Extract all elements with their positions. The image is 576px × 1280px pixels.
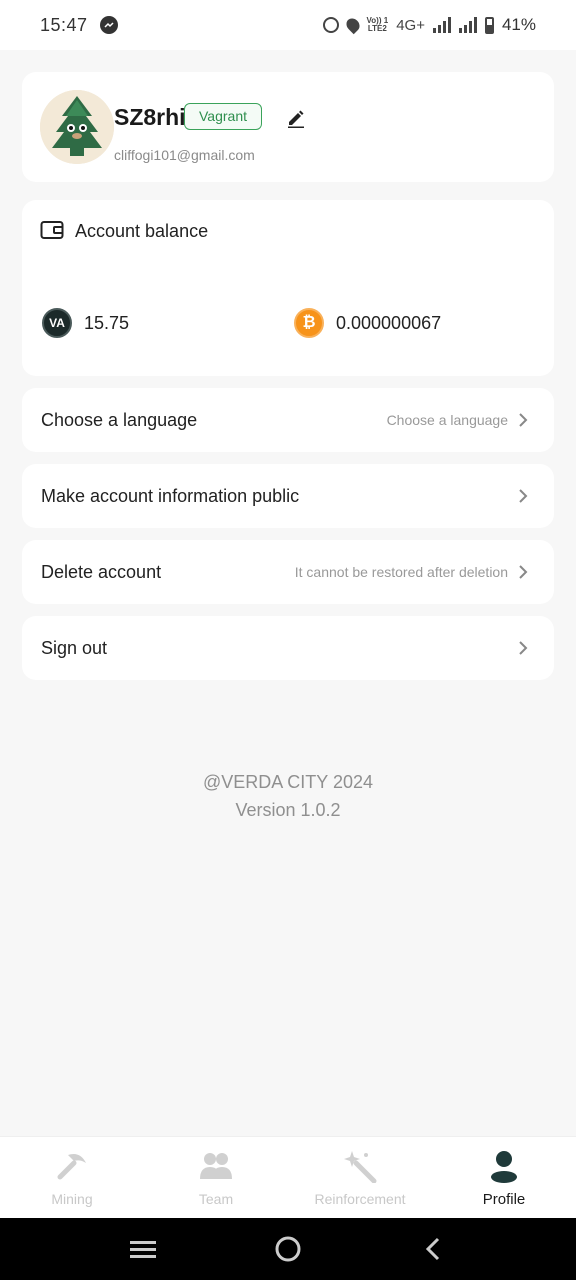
footer-version: Version 1.0.2	[235, 800, 341, 820]
menu-delete-account[interactable]: Delete account It cannot be restored aft…	[22, 540, 554, 604]
bitcoin-icon: ₿	[294, 308, 324, 338]
chevron-right-icon	[518, 564, 528, 580]
menu-choose-language[interactable]: Choose a language Choose a language	[22, 388, 554, 452]
nav-team[interactable]: Team	[144, 1137, 288, 1218]
email: cliffogi101@gmail.com	[114, 147, 255, 163]
network-type: 4G+	[396, 16, 425, 34]
recent-apps-icon[interactable]	[128, 1234, 158, 1264]
footer-copyright: @VERDA CITY 2024	[202, 772, 373, 792]
profile-card: SZ8rhi Vagrant cliffogi101@gmail.com	[22, 72, 554, 182]
volte-line-2: LTE2	[367, 24, 387, 33]
battery-icon	[484, 16, 494, 34]
menu-label: Sign out	[41, 637, 108, 658]
menu-hint: Choose a language	[386, 412, 508, 428]
va-coin-label: VA	[49, 316, 65, 330]
va-balance: 15.75	[84, 313, 130, 333]
menu-label: Choose a language	[41, 409, 198, 430]
alarm-icon	[322, 17, 339, 33]
status-bar: 15:47 Vo)) 1 LTE2 4G+ 41%	[0, 0, 576, 50]
profile-icon	[486, 1149, 522, 1183]
nav-mining[interactable]: Mining	[0, 1137, 144, 1218]
status-left: 15:47	[40, 15, 118, 36]
btc-symbol: ₿	[302, 314, 316, 331]
avatar[interactable]	[40, 90, 114, 164]
edit-icon[interactable]	[286, 108, 306, 128]
back-icon[interactable]	[418, 1234, 448, 1264]
location-icon	[343, 15, 362, 35]
va-coin-icon: VA	[42, 308, 72, 338]
pickaxe-icon	[54, 1149, 90, 1183]
signal-icon-2	[458, 17, 477, 33]
home-icon[interactable]	[273, 1234, 303, 1264]
menu-label: Delete account	[41, 561, 162, 582]
status-time: 15:47	[40, 14, 88, 35]
menu-sign-out[interactable]: Sign out	[22, 616, 554, 680]
signal-icon	[432, 17, 451, 33]
team-icon	[198, 1149, 234, 1183]
chevron-right-icon	[518, 640, 528, 656]
rank-badge: Vagrant	[184, 103, 262, 130]
chevron-right-icon	[518, 488, 528, 504]
messenger-icon	[99, 16, 118, 34]
nav-profile[interactable]: Profile	[432, 1137, 576, 1218]
volte-indicator: Vo)) 1 LTE2	[367, 17, 389, 33]
menu-hint: It cannot be restored after deletion	[294, 564, 508, 580]
bottom-nav: Mining Team Reinforcement Profile	[0, 1136, 576, 1218]
nav-reinforcement[interactable]: Reinforcement	[288, 1137, 432, 1218]
balance-title: Account balance	[75, 221, 209, 241]
username: SZ8rhi	[114, 104, 186, 130]
btc-balance: 0.000000067	[336, 313, 442, 333]
nav-label: Team	[198, 1191, 234, 1207]
balance-card: Account balance VA 15.75 ₿ 0.000000067	[22, 200, 554, 376]
menu-make-public[interactable]: Make account information public	[22, 464, 554, 528]
nav-label: Mining	[51, 1191, 93, 1207]
magic-wand-icon	[342, 1149, 378, 1184]
status-right: Vo)) 1 LTE2 4G+ 41%	[322, 15, 536, 35]
system-nav-bar	[0, 1218, 576, 1280]
chevron-right-icon	[518, 412, 528, 428]
wallet-icon	[40, 220, 64, 240]
battery-percent: 41%	[501, 15, 536, 34]
nav-label: Reinforcement	[314, 1191, 406, 1207]
menu-label: Make account information public	[41, 485, 300, 506]
nav-label: Profile	[482, 1191, 526, 1208]
